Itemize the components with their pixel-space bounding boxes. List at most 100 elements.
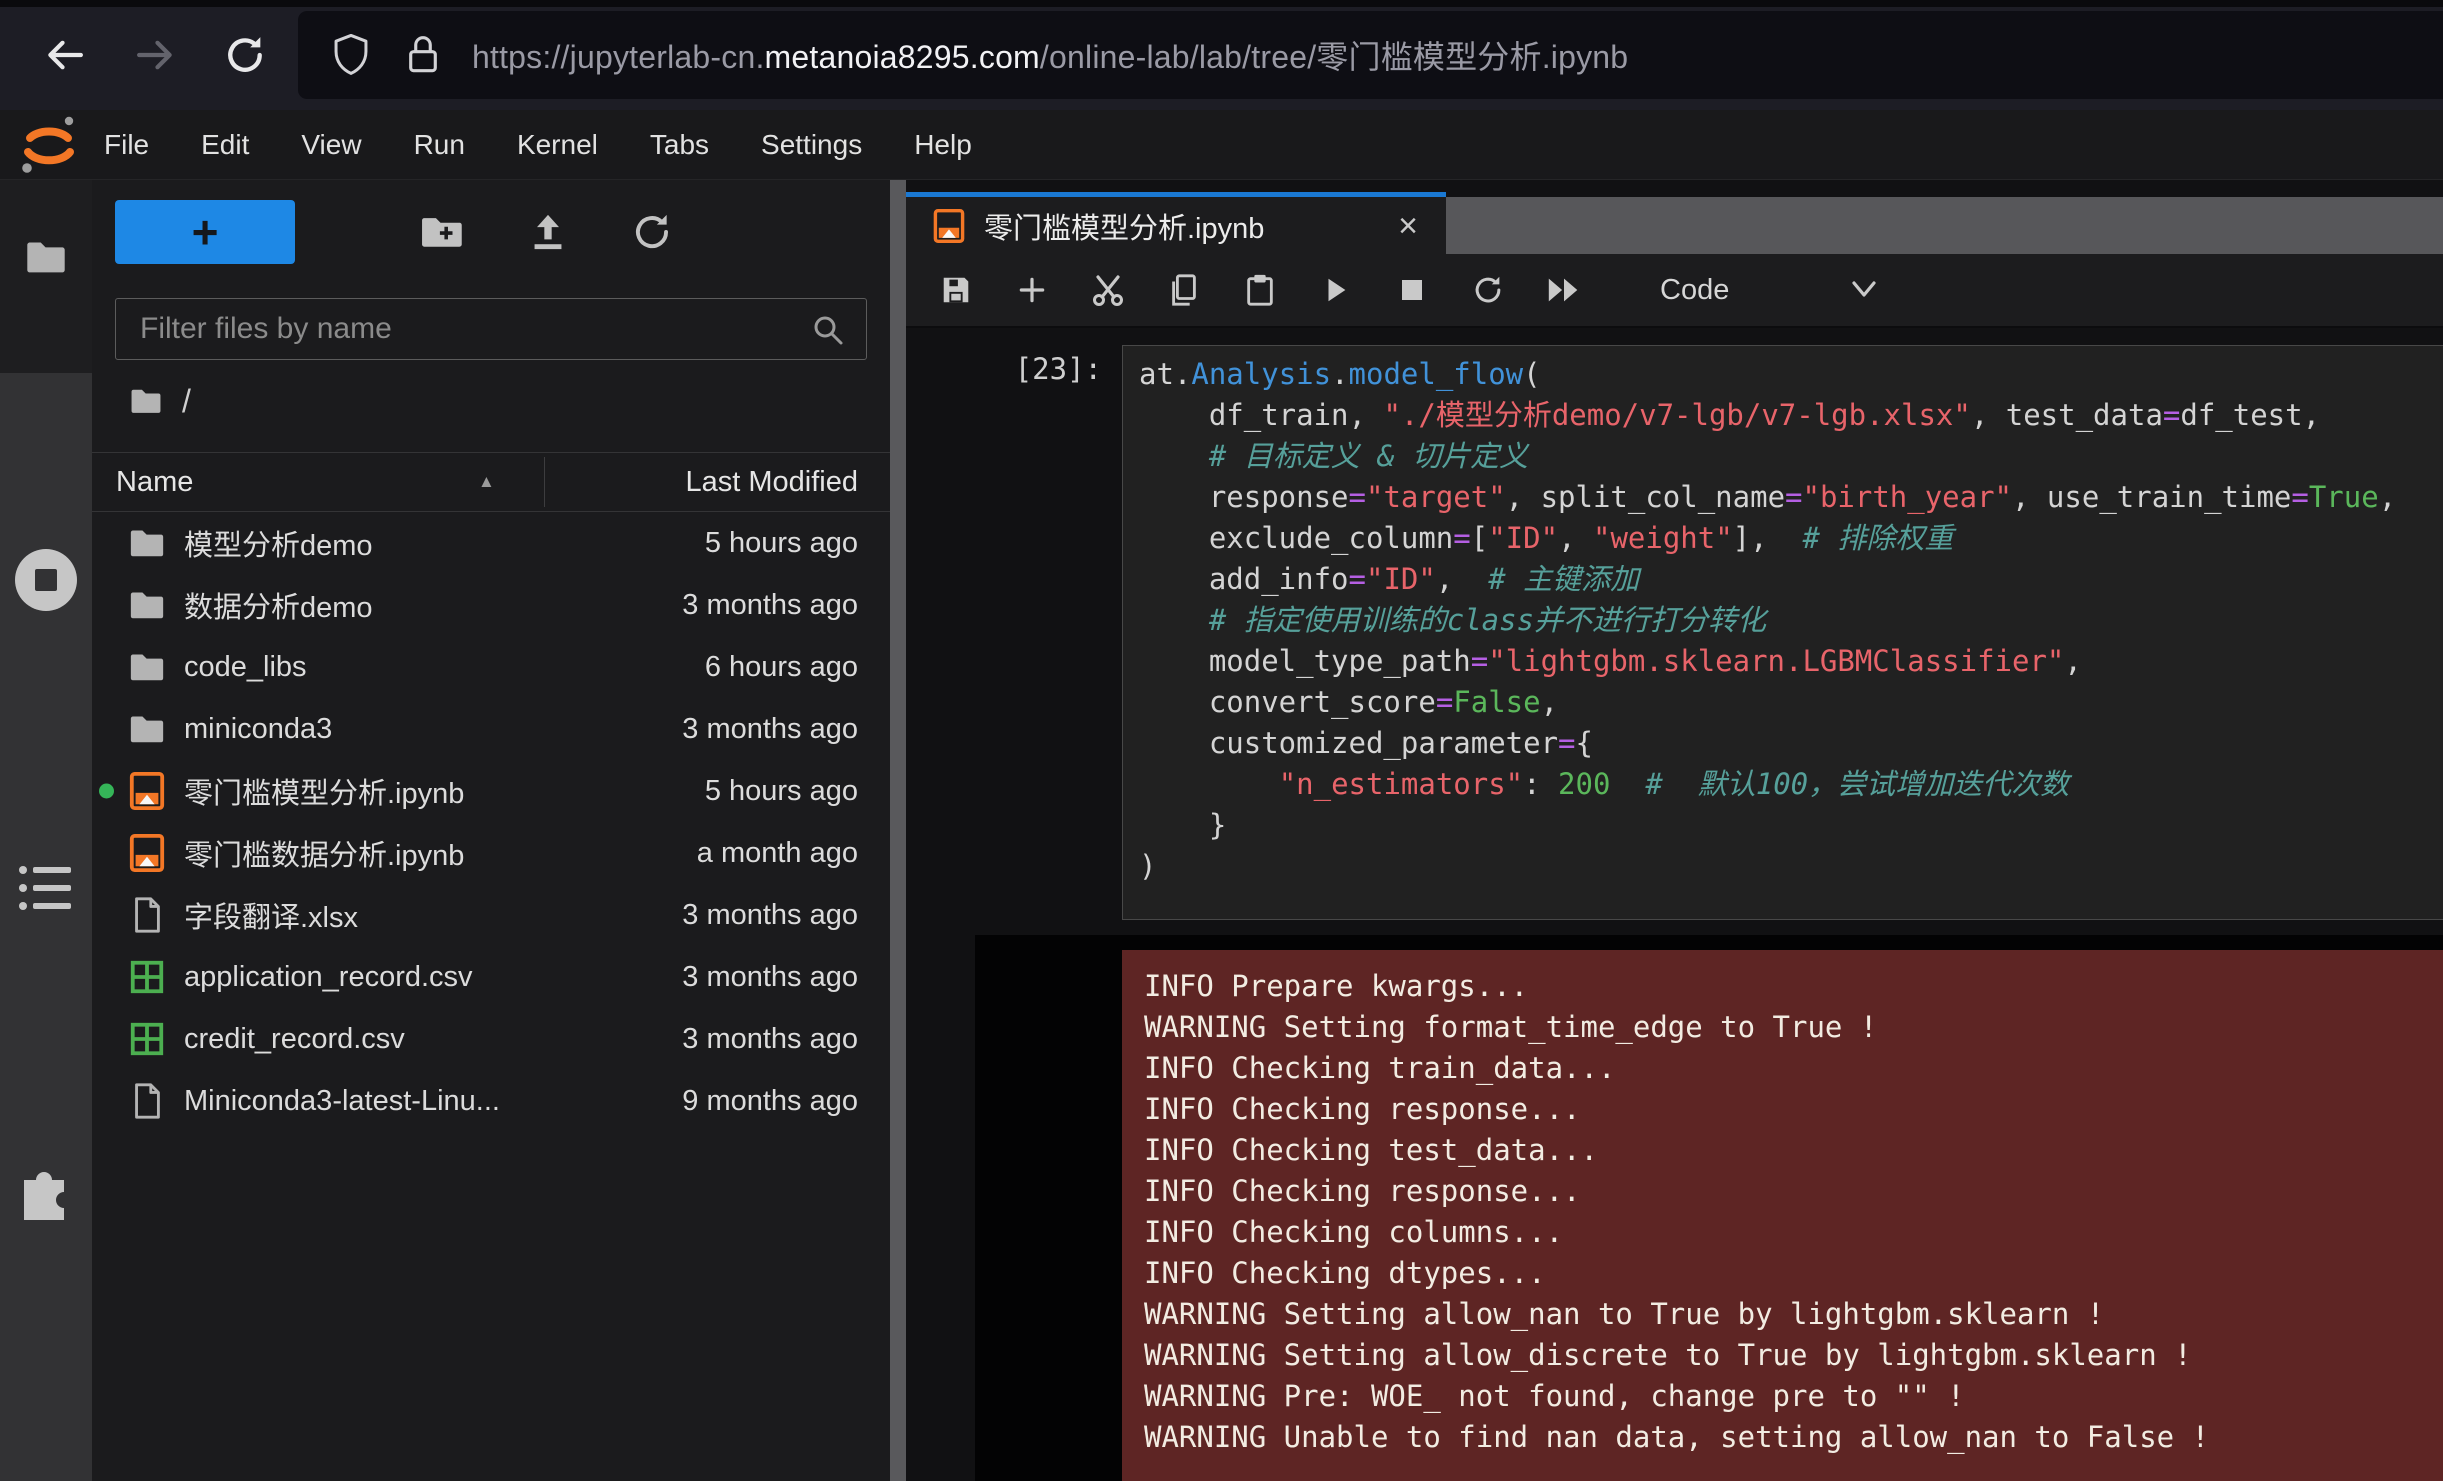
file-modified: 6 hours ago [705, 651, 858, 684]
copy-icon [1167, 273, 1201, 307]
forward-arrow-icon [133, 33, 177, 77]
column-header-name[interactable]: Name [116, 453, 193, 511]
browser-forward-button[interactable] [124, 24, 186, 86]
code-line: # 指定使用训练的class并不进行打分转化 [1139, 600, 2443, 641]
back-arrow-icon [43, 33, 87, 77]
save-button[interactable] [936, 270, 976, 310]
main-dock-panel: 零门槛模型分析.ipynb × [906, 180, 2443, 1481]
new-folder-button[interactable] [414, 204, 470, 260]
restart-run-all-button[interactable] [1544, 270, 1584, 310]
file-modified: 3 months ago [682, 899, 858, 932]
cell-type-select[interactable]: Code [1660, 274, 1729, 307]
upload-button[interactable] [520, 204, 576, 260]
output-line: INFO Checking response... [1144, 1089, 2443, 1130]
folder-icon [22, 235, 70, 279]
menu-file[interactable]: File [78, 129, 175, 161]
plus-icon: + [192, 205, 219, 259]
menu-edit[interactable]: Edit [175, 129, 275, 161]
file-name: Miniconda3-latest-Linu... [184, 1085, 500, 1118]
activity-tab-filebrowser[interactable] [0, 180, 92, 373]
file-row[interactable]: 零门槛数据分析.ipynb a month ago [92, 822, 890, 884]
output-line: WARNING Setting allow_nan to True by lig… [1144, 1294, 2443, 1335]
column-header-last-modified[interactable]: Last Modified [686, 453, 859, 511]
file-modified: 3 months ago [682, 589, 858, 622]
notebook-tab[interactable]: 零门槛模型分析.ipynb × [906, 192, 1446, 254]
url-domain: metanoia8295.com [765, 39, 1040, 75]
panel-splitter[interactable] [890, 180, 906, 1481]
restart-kernel-button[interactable] [1468, 270, 1508, 310]
file-row[interactable]: 零门槛模型分析.ipynb 5 hours ago [92, 760, 890, 822]
run-cell-button[interactable] [1316, 270, 1356, 310]
activity-tab-toc[interactable] [15, 858, 77, 920]
chevron-down-icon[interactable] [1849, 279, 1879, 301]
file-name: 零门槛模型分析.ipynb [184, 770, 464, 812]
cut-cells-button[interactable] [1088, 270, 1128, 310]
sort-ascending-icon: ▲ [478, 453, 495, 511]
file-name: 零门槛数据分析.ipynb [184, 832, 464, 874]
file-name: credit_record.csv [184, 1023, 405, 1056]
filter-files-input[interactable] [115, 298, 867, 360]
menu-kernel[interactable]: Kernel [491, 129, 624, 161]
breadcrumb: / [128, 378, 191, 424]
breadcrumb-root[interactable]: / [182, 383, 191, 420]
file-row[interactable]: 模型分析demo 5 hours ago [92, 512, 890, 574]
tab-close-button[interactable]: × [1398, 209, 1418, 243]
code-line: exclude_column=["ID", "weight"], # 排除权重 [1139, 518, 2443, 559]
stop-icon [1398, 276, 1426, 304]
restart-icon [1471, 273, 1505, 307]
menu-items: FileEditViewRunKernelTabsSettingsHelp [78, 110, 998, 180]
paste-cells-button[interactable] [1240, 270, 1280, 310]
file-name: 数据分析demo [184, 584, 373, 626]
menu-run[interactable]: Run [388, 129, 491, 161]
menu-view[interactable]: View [275, 129, 387, 161]
home-folder-icon[interactable] [128, 384, 164, 418]
copy-cells-button[interactable] [1164, 270, 1204, 310]
menu-settings[interactable]: Settings [735, 129, 888, 161]
folder-icon [128, 524, 166, 562]
scissors-icon [1090, 272, 1126, 308]
file-modified: 3 months ago [682, 961, 858, 994]
file-name: 字段翻译.xlsx [184, 894, 358, 936]
output-line: WARNING Setting format_time_edge to True… [1144, 1007, 2443, 1048]
tab-bar: 零门槛模型分析.ipynb × [906, 192, 2443, 254]
activity-tab-running[interactable] [11, 545, 81, 615]
code-line: customized_parameter={ [1139, 723, 2443, 764]
file-row[interactable]: 数据分析demo 3 months ago [92, 574, 890, 636]
menu-tabs[interactable]: Tabs [624, 129, 735, 161]
lock-icon[interactable] [404, 32, 442, 78]
address-bar[interactable]: https://jupyterlab-cn.metanoia8295.com/o… [298, 11, 2443, 99]
cell-output-area[interactable]: INFO Prepare kwargs...WARNING Setting fo… [975, 935, 2443, 1481]
notebook-icon [128, 772, 166, 810]
add-cell-button[interactable] [1012, 270, 1052, 310]
file-row[interactable]: 字段翻译.xlsx 3 months ago [92, 884, 890, 946]
file-modified: 3 months ago [682, 713, 858, 746]
menu-help[interactable]: Help [888, 129, 998, 161]
folder-icon [128, 710, 166, 748]
jupyterlab-menu-bar: FileEditViewRunKernelTabsSettingsHelp [0, 110, 2443, 180]
search-icon [810, 312, 846, 348]
file-row[interactable]: code_libs 6 hours ago [92, 636, 890, 698]
tracking-shield-icon[interactable] [330, 32, 372, 78]
code-line: response="target", split_col_name="birth… [1139, 477, 2443, 518]
new-launcher-button[interactable]: + [115, 200, 295, 264]
window-top-edge [0, 0, 2443, 7]
activity-bar [0, 180, 92, 1481]
interrupt-kernel-button[interactable] [1392, 270, 1432, 310]
browser-reload-button[interactable] [214, 24, 276, 86]
file-row[interactable]: application_record.csv 3 months ago [92, 946, 890, 1008]
browser-back-button[interactable] [34, 24, 96, 86]
output-line: INFO Checking response... [1144, 1171, 2443, 1212]
output-line: INFO Checking dtypes... [1144, 1253, 2443, 1294]
file-row[interactable]: credit_record.csv 3 months ago [92, 1008, 890, 1070]
reload-icon [222, 32, 268, 78]
activity-tab-extensions[interactable] [10, 1160, 82, 1232]
file-row[interactable]: Miniconda3-latest-Linu... 9 months ago [92, 1070, 890, 1132]
refresh-files-button[interactable] [624, 204, 680, 260]
code-cell-editor[interactable]: at.Analysis.model_flow( df_train, "./模型分… [1122, 345, 2443, 920]
notebook-icon [128, 834, 166, 872]
file-row[interactable]: miniconda3 3 months ago [92, 698, 890, 760]
tab-bar-empty-area [1446, 197, 2443, 254]
folder-icon [128, 586, 166, 624]
file-icon [128, 896, 166, 934]
code-line: add_info="ID", # 主键添加 [1139, 559, 2443, 600]
